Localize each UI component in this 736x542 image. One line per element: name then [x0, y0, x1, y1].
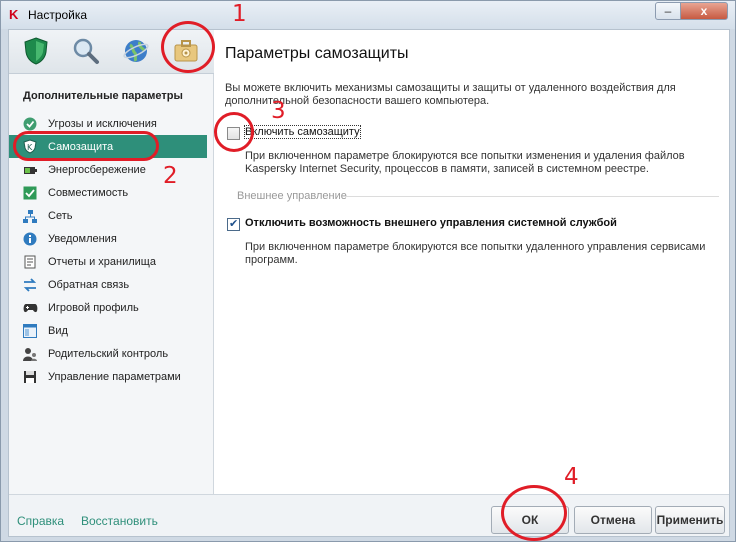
self-protection-description: При включенном параметре блокируются все…: [245, 150, 685, 175]
report-icon: [22, 254, 38, 270]
sidebar-item-manage-settings[interactable]: Управление параметрами: [9, 365, 207, 388]
arrows-icon: [22, 277, 38, 293]
annotation-number-1: 1: [232, 1, 247, 27]
view-icon: [22, 323, 38, 339]
sidebar-item-label: Энергосбережение: [48, 163, 146, 176]
minimize-button[interactable]: –: [655, 2, 681, 20]
settings-icon: [22, 369, 38, 385]
gamepad-icon: [22, 300, 38, 316]
sidebar-item-label: Родительский контроль: [48, 347, 169, 360]
info-icon: [22, 231, 38, 247]
sidebar-item-label: Совместимость: [48, 186, 129, 199]
network-icon: [22, 208, 38, 224]
page-title: Параметры самозащиты: [225, 45, 409, 62]
title-bar: K Настройка – x: [1, 1, 735, 29]
magnifier-icon[interactable]: [71, 36, 101, 66]
self-protection-label[interactable]: Включить самозащиту: [244, 125, 361, 139]
client-area: Дополнительные параметры Угрозы и исключ…: [8, 29, 730, 537]
annotation-circle-4: [501, 485, 567, 541]
sidebar-item-notifications[interactable]: Уведомления: [9, 227, 207, 250]
kaspersky-logo-icon: K: [9, 7, 19, 22]
annotation-number-3: 3: [271, 98, 286, 124]
annotation-circle-3: [214, 112, 254, 152]
sidebar-item-label: Уведомления: [48, 232, 117, 245]
parent-icon: [22, 346, 38, 362]
sidebar-item-view[interactable]: Вид: [9, 319, 207, 342]
window-title: Настройка: [28, 8, 88, 22]
annotation-number-2: 2: [163, 163, 178, 189]
battery-icon: [22, 162, 38, 178]
help-link[interactable]: Справка: [17, 514, 64, 528]
page-description: Вы можете включить механизмы самозащиты …: [225, 82, 676, 107]
check-box-icon: [22, 185, 38, 201]
external-control-checkbox[interactable]: [227, 217, 240, 231]
external-control-label[interactable]: Отключить возможность внешнего управлени…: [245, 217, 617, 229]
sidebar-item-label: Управление параметрами: [48, 370, 181, 383]
sidebar-item-label: Вид: [48, 324, 68, 337]
sidebar-item-game-profile[interactable]: Игровой профиль: [9, 296, 207, 319]
annotation-circle-1: [161, 21, 215, 73]
group-title-external: Внешнее управление: [237, 190, 347, 202]
main-panel: Параметры самозащиты Вы можете включить …: [215, 30, 729, 494]
sidebar-item-feedback[interactable]: Обратная связь: [9, 273, 207, 296]
annotation-number-4: 4: [564, 464, 579, 490]
globe-icon[interactable]: [121, 36, 151, 66]
sidebar-item-label: Сеть: [48, 209, 73, 222]
sidebar-item-label: Игровой профиль: [48, 301, 139, 314]
apply-button[interactable]: Применить: [655, 506, 725, 534]
group-divider: [343, 196, 719, 197]
restore-link[interactable]: Восстановить: [81, 514, 158, 528]
sidebar-item-reports[interactable]: Отчеты и хранилища: [9, 250, 207, 273]
cancel-button[interactable]: Отмена: [574, 506, 652, 534]
shield-icon[interactable]: [21, 36, 51, 66]
sidebar-heading: Дополнительные параметры: [23, 90, 183, 102]
sidebar-item-network[interactable]: Сеть: [9, 204, 207, 227]
settings-window: K Настройка – x Дополнительные параметры: [0, 0, 736, 542]
sidebar-item-parental-control[interactable]: Родительский контроль: [9, 342, 207, 365]
sidebar-item-label: Отчеты и хранилища: [48, 255, 156, 268]
annotation-circle-2: [13, 131, 159, 161]
external-control-description: При включенном параметре блокируются все…: [245, 241, 706, 266]
sidebar-item-label: Угрозы и исключения: [48, 117, 157, 130]
check-circle-icon: [22, 116, 38, 132]
sidebar-item-label: Обратная связь: [48, 278, 130, 291]
close-button[interactable]: x: [680, 2, 728, 20]
